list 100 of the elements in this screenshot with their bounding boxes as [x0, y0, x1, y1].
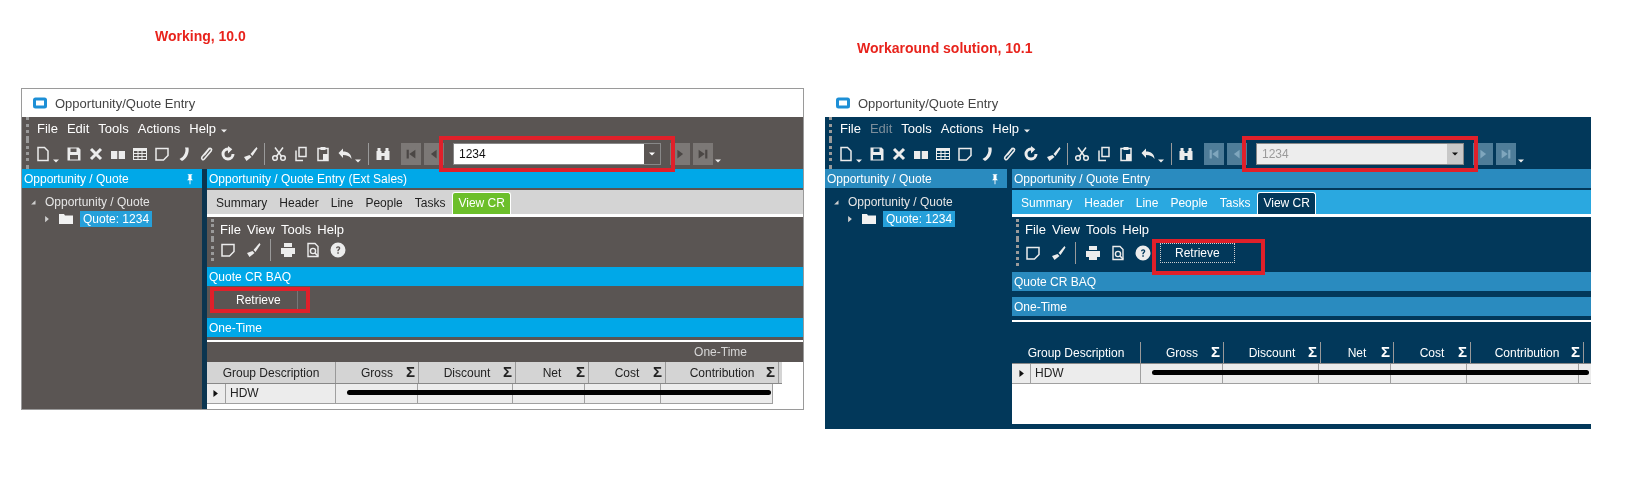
- summary-sign[interactable]: Σ: [503, 363, 512, 380]
- section-title: One-Time: [209, 320, 262, 335]
- summary-sign[interactable]: Σ: [406, 363, 415, 380]
- save-icon[interactable]: [869, 146, 885, 162]
- caret-icon[interactable]: [354, 159, 362, 163]
- delete-icon[interactable]: [891, 146, 907, 162]
- caret-icon[interactable]: [1517, 159, 1525, 163]
- column-header[interactable]: Contribution Σ: [666, 362, 779, 383]
- column-header[interactable]: Contribution Σ: [1471, 342, 1584, 363]
- column-header[interactable]: Discount Σ: [1224, 342, 1321, 363]
- tree-item[interactable]: Opportunity / Quote: [42, 193, 153, 210]
- caret-icon: [1451, 152, 1459, 156]
- menu-item[interactable]: View: [246, 221, 275, 237]
- menu-item[interactable]: Tools: [98, 120, 129, 136]
- brush-icon[interactable]: [242, 146, 258, 162]
- column-header[interactable]: Gross Σ: [336, 362, 419, 383]
- column-header[interactable]: Cost Σ: [1394, 342, 1471, 363]
- record-dropdown[interactable]: 1234: [453, 143, 661, 165]
- paperclip-icon[interactable]: [198, 146, 214, 162]
- menu-item[interactable]: File: [840, 120, 861, 136]
- caret-icon[interactable]: [1157, 159, 1165, 163]
- summary-sign[interactable]: Σ: [1571, 343, 1580, 360]
- panel-title: Opportunity / Quote: [24, 171, 129, 186]
- record-dropdown: 1234: [1256, 143, 1464, 165]
- column-header[interactable]: Net Σ: [516, 362, 589, 383]
- menu-item[interactable]: Actions: [940, 120, 984, 136]
- column-header[interactable]: Group Description: [1012, 342, 1141, 363]
- help-icon[interactable]: [1135, 244, 1151, 261]
- summary-sign[interactable]: Σ: [576, 363, 585, 380]
- refresh-icon[interactable]: [1023, 146, 1039, 162]
- caret-icon[interactable]: [855, 159, 863, 163]
- menu-item[interactable]: Edit: [66, 120, 90, 136]
- menu-item[interactable]: Help: [1122, 221, 1149, 237]
- column-header[interactable]: Group Description: [207, 362, 336, 383]
- grid-icon[interactable]: [935, 146, 951, 162]
- menu-item[interactable]: Tools: [901, 120, 932, 136]
- menu-item[interactable]: Tools: [280, 221, 312, 237]
- summary-sign[interactable]: Σ: [1381, 343, 1390, 360]
- tab[interactable]: People: [360, 193, 408, 214]
- caret-icon[interactable]: [714, 159, 722, 163]
- tab[interactable]: Summary: [211, 193, 273, 214]
- brush-icon[interactable]: [1050, 244, 1066, 261]
- panel-title: Opportunity / Quote Entry: [1014, 171, 1151, 186]
- print-preview-icon[interactable]: [1110, 244, 1126, 261]
- save-icon[interactable]: [66, 146, 82, 162]
- tab[interactable]: View CR: [1257, 192, 1316, 214]
- summary-sign[interactable]: Σ: [653, 363, 662, 380]
- summary-sign[interactable]: Σ: [1458, 343, 1467, 360]
- copy-icon[interactable]: [293, 146, 309, 162]
- print-icon[interactable]: [1085, 244, 1101, 261]
- menu-item[interactable]: Help: [992, 120, 1020, 136]
- tab[interactable]: Header: [274, 193, 324, 214]
- menu-item[interactable]: Tools: [1085, 221, 1117, 237]
- section-title: Quote CR BAQ: [209, 269, 292, 284]
- binoculars-icon[interactable]: [375, 146, 391, 162]
- new-document-icon[interactable]: [35, 146, 51, 162]
- tab[interactable]: Line: [325, 193, 359, 214]
- brush-icon[interactable]: [1045, 146, 1061, 162]
- paperclip-icon[interactable]: [1001, 146, 1017, 162]
- new-document-icon[interactable]: [838, 146, 854, 162]
- brush-icon[interactable]: [245, 242, 261, 258]
- menu-item[interactable]: Help: [317, 221, 344, 237]
- menu-item[interactable]: View: [1051, 221, 1080, 237]
- menu-item[interactable]: Actions: [137, 120, 181, 136]
- note-icon[interactable]: [1025, 244, 1041, 261]
- column-header[interactable]: Net Σ: [1321, 342, 1394, 363]
- column-header[interactable]: Cost Σ: [589, 362, 666, 383]
- print-preview-icon[interactable]: [305, 242, 321, 258]
- note-icon[interactable]: [154, 146, 170, 162]
- caret-icon[interactable]: [52, 159, 60, 163]
- copy-icon[interactable]: [1096, 146, 1112, 162]
- retrieve-button[interactable]: Retrieve: [1160, 242, 1235, 263]
- summary-sign[interactable]: Σ: [1211, 343, 1220, 360]
- paste-icon[interactable]: [1118, 146, 1134, 162]
- print-icon[interactable]: [280, 242, 296, 258]
- grid-icon[interactable]: [132, 146, 148, 162]
- menu-item[interactable]: File: [37, 120, 58, 136]
- caret-icon[interactable]: [220, 129, 229, 133]
- delete-icon[interactable]: [88, 146, 104, 162]
- tree-item[interactable]: Opportunity / Quote: [845, 193, 956, 210]
- cut-icon[interactable]: [1074, 146, 1090, 162]
- caret-icon[interactable]: [1023, 129, 1032, 133]
- summary-sign[interactable]: Σ: [766, 363, 775, 380]
- section-title: One-Time: [1014, 299, 1067, 314]
- note-icon[interactable]: [957, 146, 973, 162]
- app-icon: [835, 95, 851, 111]
- note-icon[interactable]: [220, 242, 236, 258]
- binoculars-icon[interactable]: [1178, 146, 1194, 162]
- menu-item[interactable]: File: [1025, 221, 1046, 237]
- column-header[interactable]: Gross Σ: [1141, 342, 1224, 363]
- cut-icon[interactable]: [271, 146, 287, 162]
- summary-sign[interactable]: Σ: [1308, 343, 1317, 360]
- tab[interactable]: Tasks: [409, 193, 451, 214]
- column-header[interactable]: Discount Σ: [419, 362, 516, 383]
- panel-title: Opportunity / Quote: [827, 171, 932, 186]
- help-icon[interactable]: [330, 242, 346, 258]
- refresh-icon[interactable]: [220, 146, 236, 162]
- menu-item[interactable]: Help: [189, 120, 217, 136]
- paste-icon[interactable]: [315, 146, 331, 162]
- menu-item[interactable]: File: [220, 221, 241, 237]
